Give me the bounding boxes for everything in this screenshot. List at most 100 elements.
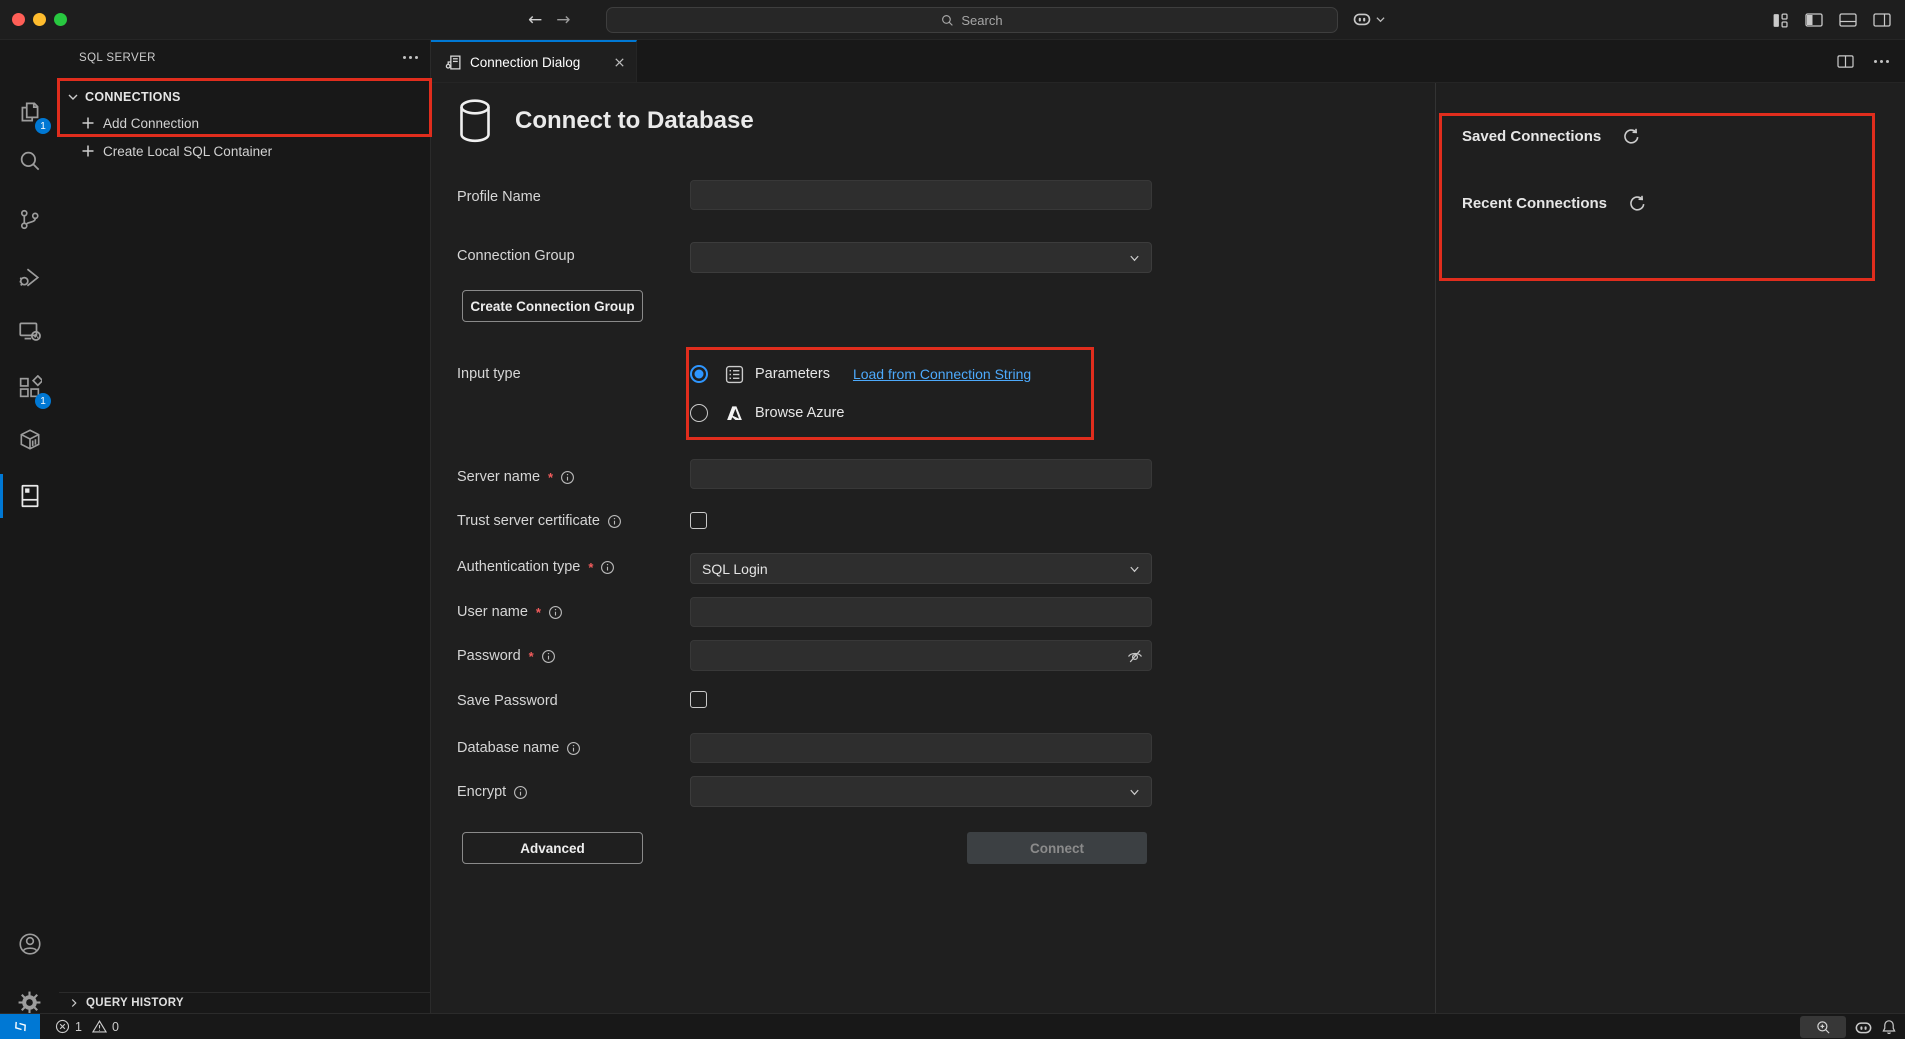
activity-item-containers[interactable] (0, 416, 59, 464)
authentication-type-select[interactable]: SQL Login (690, 553, 1152, 584)
database-name-label: Database name (457, 734, 581, 762)
remote-icon (13, 1020, 28, 1033)
parameters-label: Parameters (755, 366, 830, 382)
database-name-input[interactable] (690, 733, 1152, 763)
forward-arrow-icon[interactable]: → (556, 10, 570, 30)
info-icon[interactable] (566, 741, 581, 756)
problems-indicator[interactable]: 1 0 (55, 1019, 119, 1034)
activity-item-extensions[interactable]: 1 (0, 363, 59, 411)
error-icon (55, 1019, 70, 1034)
split-editor-icon[interactable] (1837, 54, 1854, 69)
radio-selected-icon[interactable] (690, 365, 708, 383)
eye-off-icon[interactable] (1126, 647, 1144, 665)
notifications-bell-icon[interactable] (1881, 1019, 1897, 1035)
save-password-checkbox[interactable] (690, 691, 707, 708)
radio-unselected-icon[interactable] (690, 404, 708, 422)
chevron-right-icon (67, 996, 81, 1010)
database-icon (457, 98, 493, 144)
activity-item-remote-explorer[interactable] (0, 307, 59, 355)
info-icon[interactable] (548, 605, 563, 620)
info-icon[interactable] (600, 560, 615, 575)
tab-label: Connection Dialog (470, 55, 580, 70)
sidebar-more-actions-icon[interactable] (403, 56, 418, 59)
editor-more-actions-icon[interactable] (1874, 60, 1889, 63)
activity-item-run-debug[interactable] (0, 253, 59, 301)
required-asterisk: * (536, 605, 541, 620)
save-password-label: Save Password (457, 687, 558, 715)
info-icon[interactable] (541, 649, 556, 664)
connection-group-select[interactable] (690, 242, 1152, 273)
activity-item-sql-server[interactable] (0, 472, 59, 520)
toggle-primary-sidebar-icon[interactable] (1805, 12, 1823, 28)
activity-item-search[interactable] (0, 137, 59, 185)
warning-count: 0 (112, 1020, 119, 1034)
customize-layout-icon[interactable] (1772, 12, 1789, 29)
tab-connection-dialog[interactable]: Connection Dialog (431, 40, 637, 82)
gear-icon (17, 990, 42, 1015)
toggle-secondary-sidebar-icon[interactable] (1873, 12, 1891, 28)
info-icon[interactable] (513, 785, 528, 800)
accounts-button[interactable] (0, 920, 59, 968)
user-name-input[interactable] (690, 597, 1152, 627)
page-title: Connect to Database (515, 107, 754, 135)
tree-item-add-connection[interactable]: Add Connection (59, 110, 430, 136)
toggle-panel-icon[interactable] (1839, 12, 1857, 28)
required-asterisk: * (548, 470, 553, 485)
remote-explorer-icon (17, 318, 43, 344)
account-icon (17, 931, 43, 957)
explorer-badge: 1 (35, 118, 51, 134)
remote-indicator[interactable] (0, 1014, 40, 1039)
primary-sidebar: SQL SERVER CONNECTIONS Add Connection Cr… (59, 40, 431, 1013)
debug-icon (17, 265, 42, 290)
chevron-down-icon (65, 89, 81, 105)
encrypt-select[interactable] (690, 776, 1152, 807)
plus-icon (81, 144, 95, 158)
sql-server-icon (17, 483, 43, 509)
back-arrow-icon[interactable]: ← (528, 10, 542, 30)
input-type-label: Input type (457, 360, 521, 388)
tree-section-connections[interactable]: CONNECTIONS (59, 84, 430, 110)
connection-group-label: Connection Group (457, 242, 575, 270)
chevron-down-icon (1128, 785, 1141, 798)
sidebar-title: SQL SERVER (79, 52, 403, 64)
create-connection-group-button[interactable]: Create Connection Group (462, 290, 643, 322)
chevron-down-icon (1376, 15, 1385, 24)
required-asterisk: * (588, 560, 593, 575)
source-control-icon (17, 207, 42, 232)
status-bar: 1 0 (0, 1013, 1905, 1039)
editor-tab-bar: Connection Dialog (431, 40, 1905, 83)
info-icon[interactable] (607, 514, 622, 529)
server-name-label: Server name * (457, 463, 575, 491)
search-label: Search (961, 13, 1002, 28)
advanced-button[interactable]: Advanced (462, 832, 643, 864)
copilot-menu[interactable] (1352, 9, 1385, 29)
tree-item-create-local-sql-container[interactable]: Create Local SQL Container (59, 138, 430, 164)
close-window-icon[interactable] (12, 13, 25, 26)
zoom-window-icon[interactable] (54, 13, 67, 26)
refresh-icon[interactable] (1629, 195, 1646, 212)
load-from-connection-string-link[interactable]: Load from Connection String (853, 366, 1031, 382)
zoom-status-button[interactable] (1800, 1016, 1846, 1038)
window-controls[interactable] (12, 13, 67, 26)
input-type-browse-azure-option[interactable]: Browse Azure (690, 399, 844, 427)
server-name-input[interactable] (690, 459, 1152, 489)
refresh-icon[interactable] (1623, 128, 1640, 145)
activity-item-source-control[interactable] (0, 195, 59, 243)
password-input[interactable] (690, 640, 1152, 671)
minimize-window-icon[interactable] (33, 13, 46, 26)
copilot-status-icon[interactable] (1854, 1018, 1873, 1037)
input-type-parameters-option[interactable]: Parameters Load from Connection String (690, 360, 1031, 388)
connect-button[interactable]: Connect (967, 832, 1147, 864)
query-history-section[interactable]: QUERY HISTORY (59, 992, 430, 1013)
command-center-search[interactable]: Search (606, 7, 1338, 33)
required-asterisk: * (529, 649, 534, 664)
user-name-label: User name * (457, 598, 563, 626)
trust-certificate-checkbox[interactable] (690, 512, 707, 529)
search-icon (941, 14, 954, 27)
activity-item-explorer[interactable]: 1 (0, 88, 59, 136)
info-icon[interactable] (560, 470, 575, 485)
close-tab-icon[interactable] (613, 56, 626, 69)
plus-icon (81, 116, 95, 130)
warning-icon (92, 1019, 107, 1034)
profile-name-input[interactable] (690, 180, 1152, 210)
